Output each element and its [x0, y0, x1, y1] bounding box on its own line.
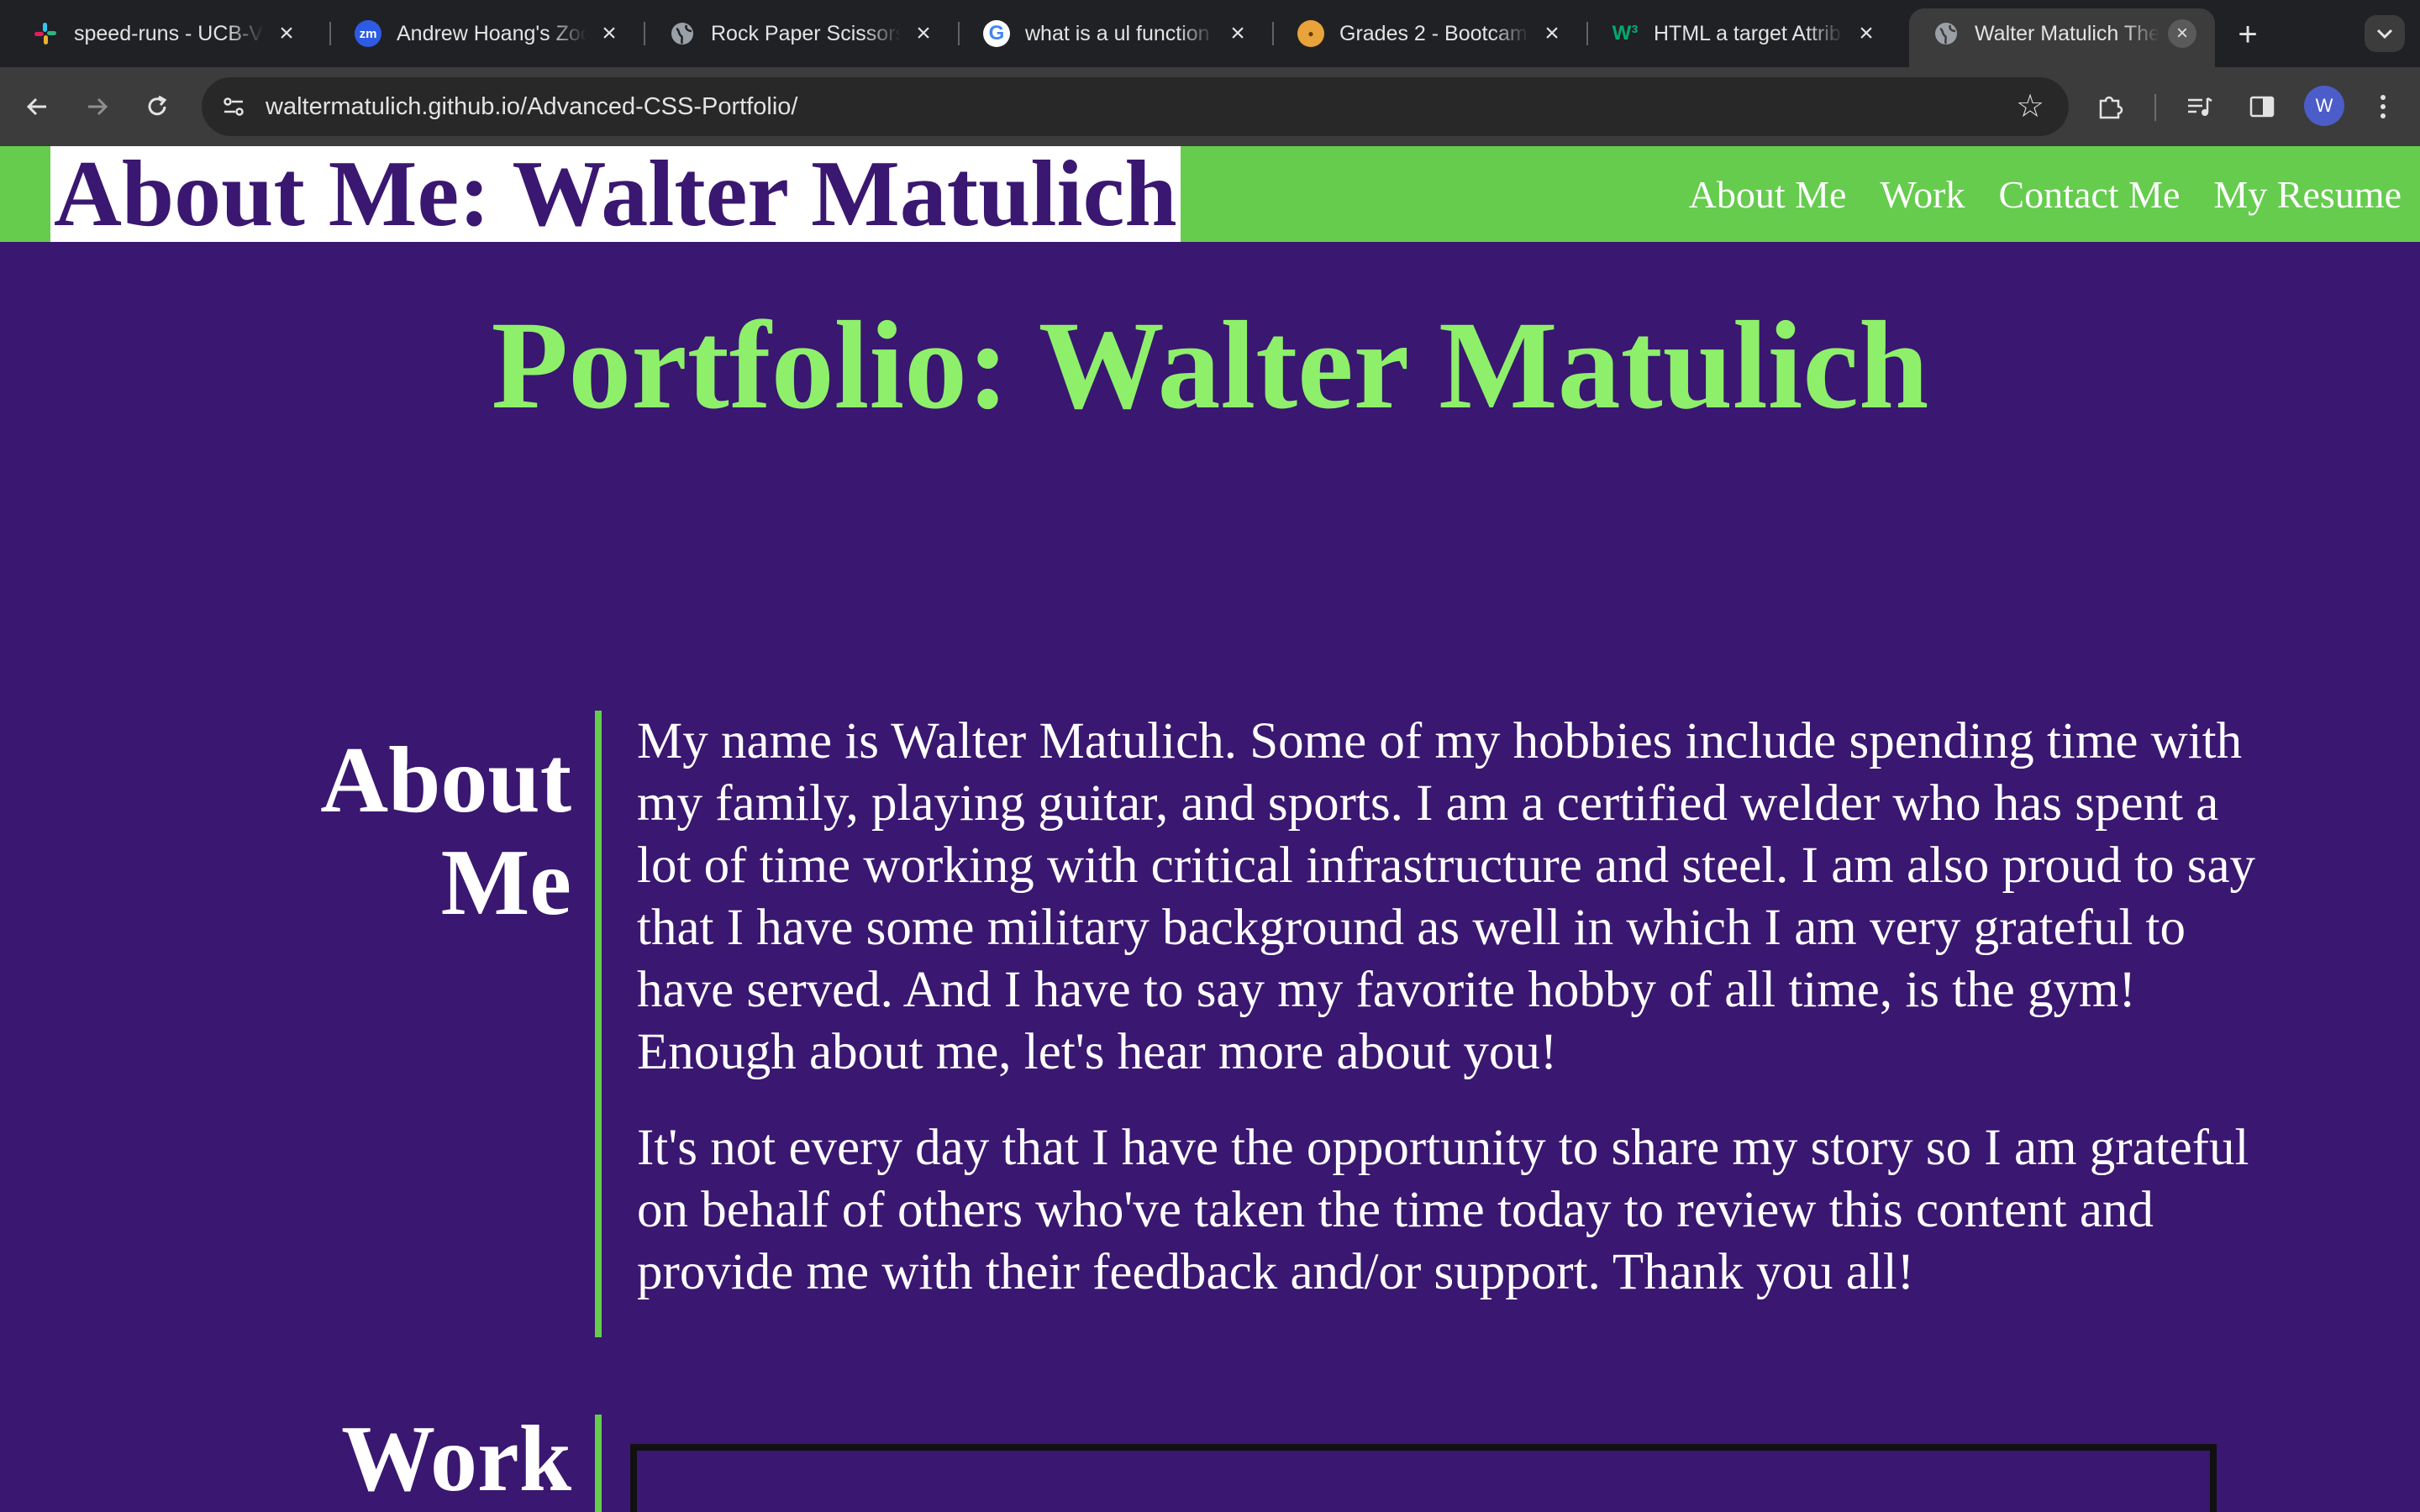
about-section: About Me My name is Walter Matulich. Som…: [0, 711, 2420, 1483]
back-arrow-icon[interactable]: [17, 87, 57, 127]
tab-title: speed-runs - UCB-V: [74, 21, 264, 45]
side-panel-icon[interactable]: [2242, 87, 2282, 127]
nav-link-contact-me[interactable]: Contact Me: [1998, 172, 2180, 217]
about-body: My name is Walter Matulich. Some of my h…: [637, 711, 2284, 1337]
chevron-down-icon[interactable]: [2365, 15, 2405, 52]
profile-avatar[interactable]: W: [2304, 86, 2344, 126]
browser-tab[interactable]: zm Andrew Hoang's Zoom ×: [331, 8, 642, 59]
about-paragraph: My name is Walter Matulich. Some of my h…: [637, 713, 2256, 1080]
browser-tab[interactable]: G what is a ul function ×: [960, 8, 1270, 59]
address-bar[interactable]: waltermatulich.github.io/Advanced-CSS-Po…: [202, 77, 2069, 136]
site-nav: About Me Work Contact Me My Resume: [1655, 146, 2402, 242]
bookmark-star-icon[interactable]: ☆: [2013, 91, 2047, 124]
browser-toolbar: waltermatulich.github.io/Advanced-CSS-Po…: [0, 67, 2420, 146]
toolbar-separator: [2154, 94, 2156, 121]
browser-tab[interactable]: Rock Paper Scissors! ×: [645, 8, 956, 59]
nav-link-work[interactable]: Work: [1880, 172, 1965, 217]
close-tab-icon[interactable]: ×: [2168, 19, 2196, 48]
close-tab-icon[interactable]: ×: [909, 19, 938, 48]
google-icon: G: [983, 20, 1010, 47]
more-menu-icon[interactable]: [2363, 87, 2403, 127]
media-controls-icon[interactable]: [2180, 87, 2220, 127]
nav-link-my-resume[interactable]: My Resume: [2213, 172, 2402, 217]
close-tab-icon[interactable]: ×: [272, 19, 301, 48]
close-tab-icon[interactable]: ×: [1223, 19, 1252, 48]
browser-tab-active[interactable]: Walter Matulich The ×: [1909, 8, 2215, 67]
tab-title: Walter Matulich The: [1975, 21, 2160, 45]
site-header: About Me: Walter Matulich About Me Work …: [0, 146, 2420, 242]
reload-icon[interactable]: [137, 87, 177, 127]
about-heading: About Me: [235, 729, 571, 934]
slack-icon: [32, 20, 59, 47]
close-tab-icon[interactable]: ×: [1538, 19, 1566, 48]
bootcamp-icon: ●: [1297, 20, 1324, 47]
web-page: About Me: Walter Matulich About Me Work …: [0, 146, 2420, 1512]
zoom-icon: zm: [355, 20, 381, 47]
tab-title: what is a ul function: [1025, 21, 1210, 45]
section-divider: [595, 711, 602, 1337]
w3schools-icon: W³: [1612, 22, 1639, 45]
about-paragraph: It's not every day that I have the oppor…: [637, 1120, 2249, 1300]
section-divider: [595, 1415, 602, 1512]
work-heading: Work: [341, 1407, 571, 1511]
tab-title: Grades 2 - Bootcamp: [1339, 21, 1529, 45]
about-heading-line1: About: [320, 728, 571, 832]
close-tab-icon[interactable]: ×: [1852, 19, 1881, 48]
browser-tab[interactable]: ● Grades 2 - Bootcamp ×: [1274, 8, 1585, 59]
tab-title: Andrew Hoang's Zoom: [397, 21, 587, 45]
browser-tab-strip: speed-runs - UCB-V × zm Andrew Hoang's Z…: [0, 0, 2420, 67]
extensions-icon[interactable]: [2091, 87, 2131, 127]
close-tab-icon[interactable]: ×: [595, 19, 623, 48]
new-tab-icon[interactable]: +: [2230, 16, 2265, 53]
forward-arrow-icon[interactable]: [77, 87, 118, 127]
site-settings-icon[interactable]: [217, 90, 250, 123]
work-project-card[interactable]: [630, 1444, 2217, 1512]
url-text[interactable]: waltermatulich.github.io/Advanced-CSS-Po…: [266, 93, 797, 121]
site-title: About Me: Walter Matulich: [50, 146, 1181, 242]
hero-title: Portfolio: Walter Matulich: [491, 296, 1929, 435]
tab-title: HTML a target Attrib: [1654, 21, 1841, 45]
globe-icon: [1933, 20, 1960, 47]
tab-title: Rock Paper Scissors!: [711, 21, 901, 45]
browser-tab[interactable]: W³ HTML a target Attrib ×: [1588, 8, 1899, 59]
browser-tab[interactable]: speed-runs - UCB-V ×: [8, 8, 319, 59]
about-heading-line2: Me: [440, 831, 571, 935]
globe-icon: [669, 20, 696, 47]
nav-link-about-me[interactable]: About Me: [1689, 172, 1847, 217]
